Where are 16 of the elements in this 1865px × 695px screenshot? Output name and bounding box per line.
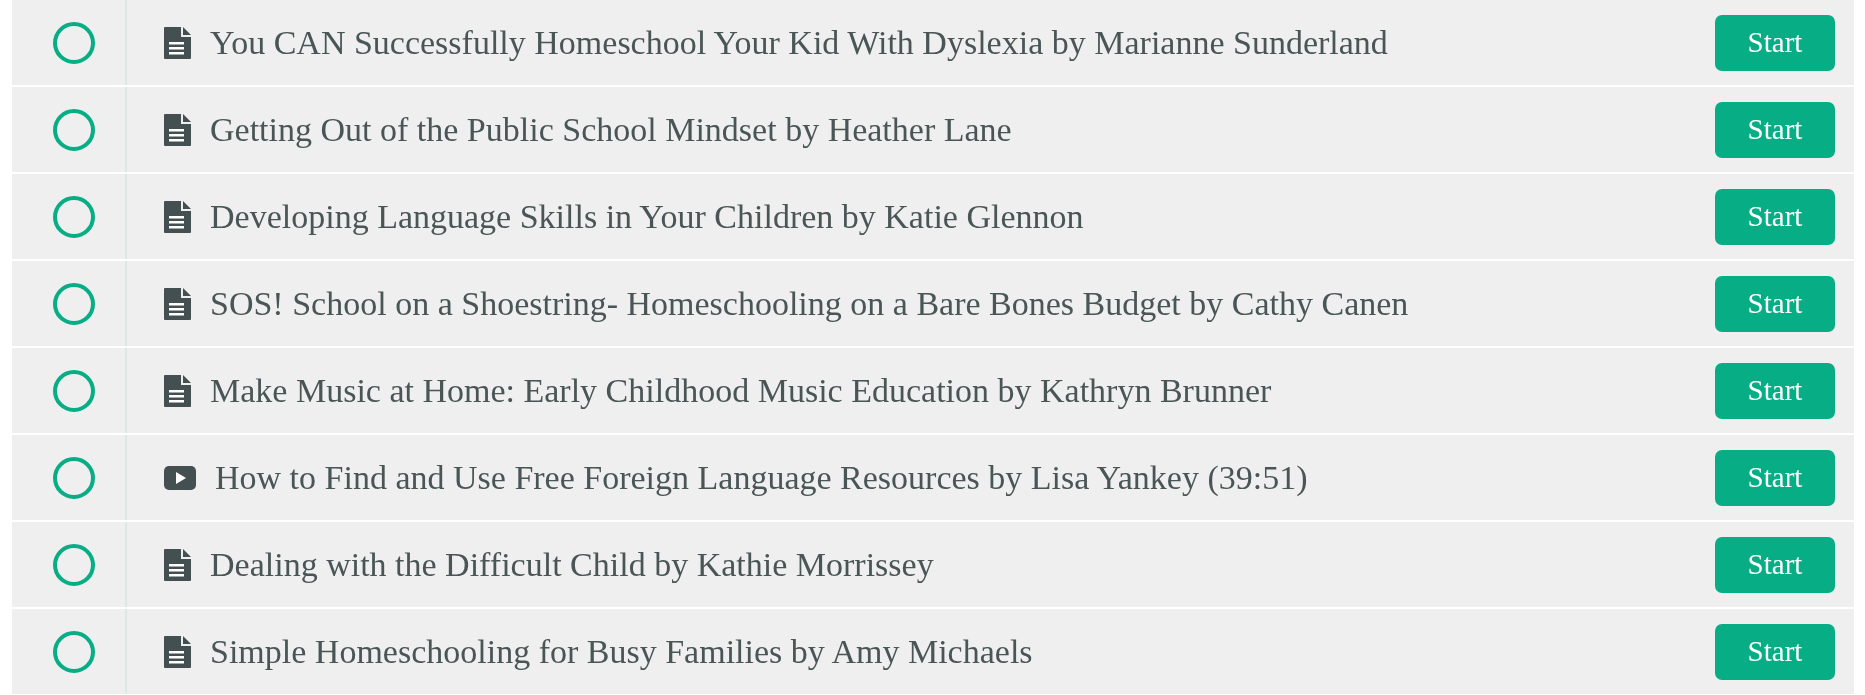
lesson-title: You CAN Successfully Homeschool Your Kid With Dyslexia by Marianne Sunderland	[210, 23, 1388, 62]
lesson-title: Getting Out of the Public School Mindset by Heather Lane	[210, 110, 1012, 149]
lesson-title: Dealing with the Difficult Child by Kathie Morrissey	[210, 545, 934, 584]
start-button[interactable]: Start	[1715, 449, 1835, 506]
lesson-title: SOS! School on a Shoestring- Homeschooling on a Bare Bones Budget by Cathy Canen	[210, 284, 1409, 323]
start-button[interactable]: Start	[1715, 536, 1835, 593]
start-button[interactable]: Start	[1715, 623, 1835, 680]
start-button[interactable]: Start	[1715, 101, 1835, 158]
lesson-title: How to Find and Use Free Foreign Language Resources by Lisa Yankey (39:51)	[215, 458, 1308, 497]
start-button[interactable]: Start	[1715, 14, 1835, 71]
lesson-title: Developing Language Skills in Your Children by Katie Glennon	[210, 197, 1084, 236]
start-button[interactable]: Start	[1715, 362, 1835, 419]
start-button[interactable]: Start	[1715, 188, 1835, 245]
lesson-title: Make Music at Home: Early Childhood Music Education by Kathryn Brunner	[210, 371, 1272, 410]
start-button[interactable]: Start	[1715, 275, 1835, 332]
lesson-title: Simple Homeschooling for Busy Families by Amy Michaels	[210, 632, 1033, 671]
